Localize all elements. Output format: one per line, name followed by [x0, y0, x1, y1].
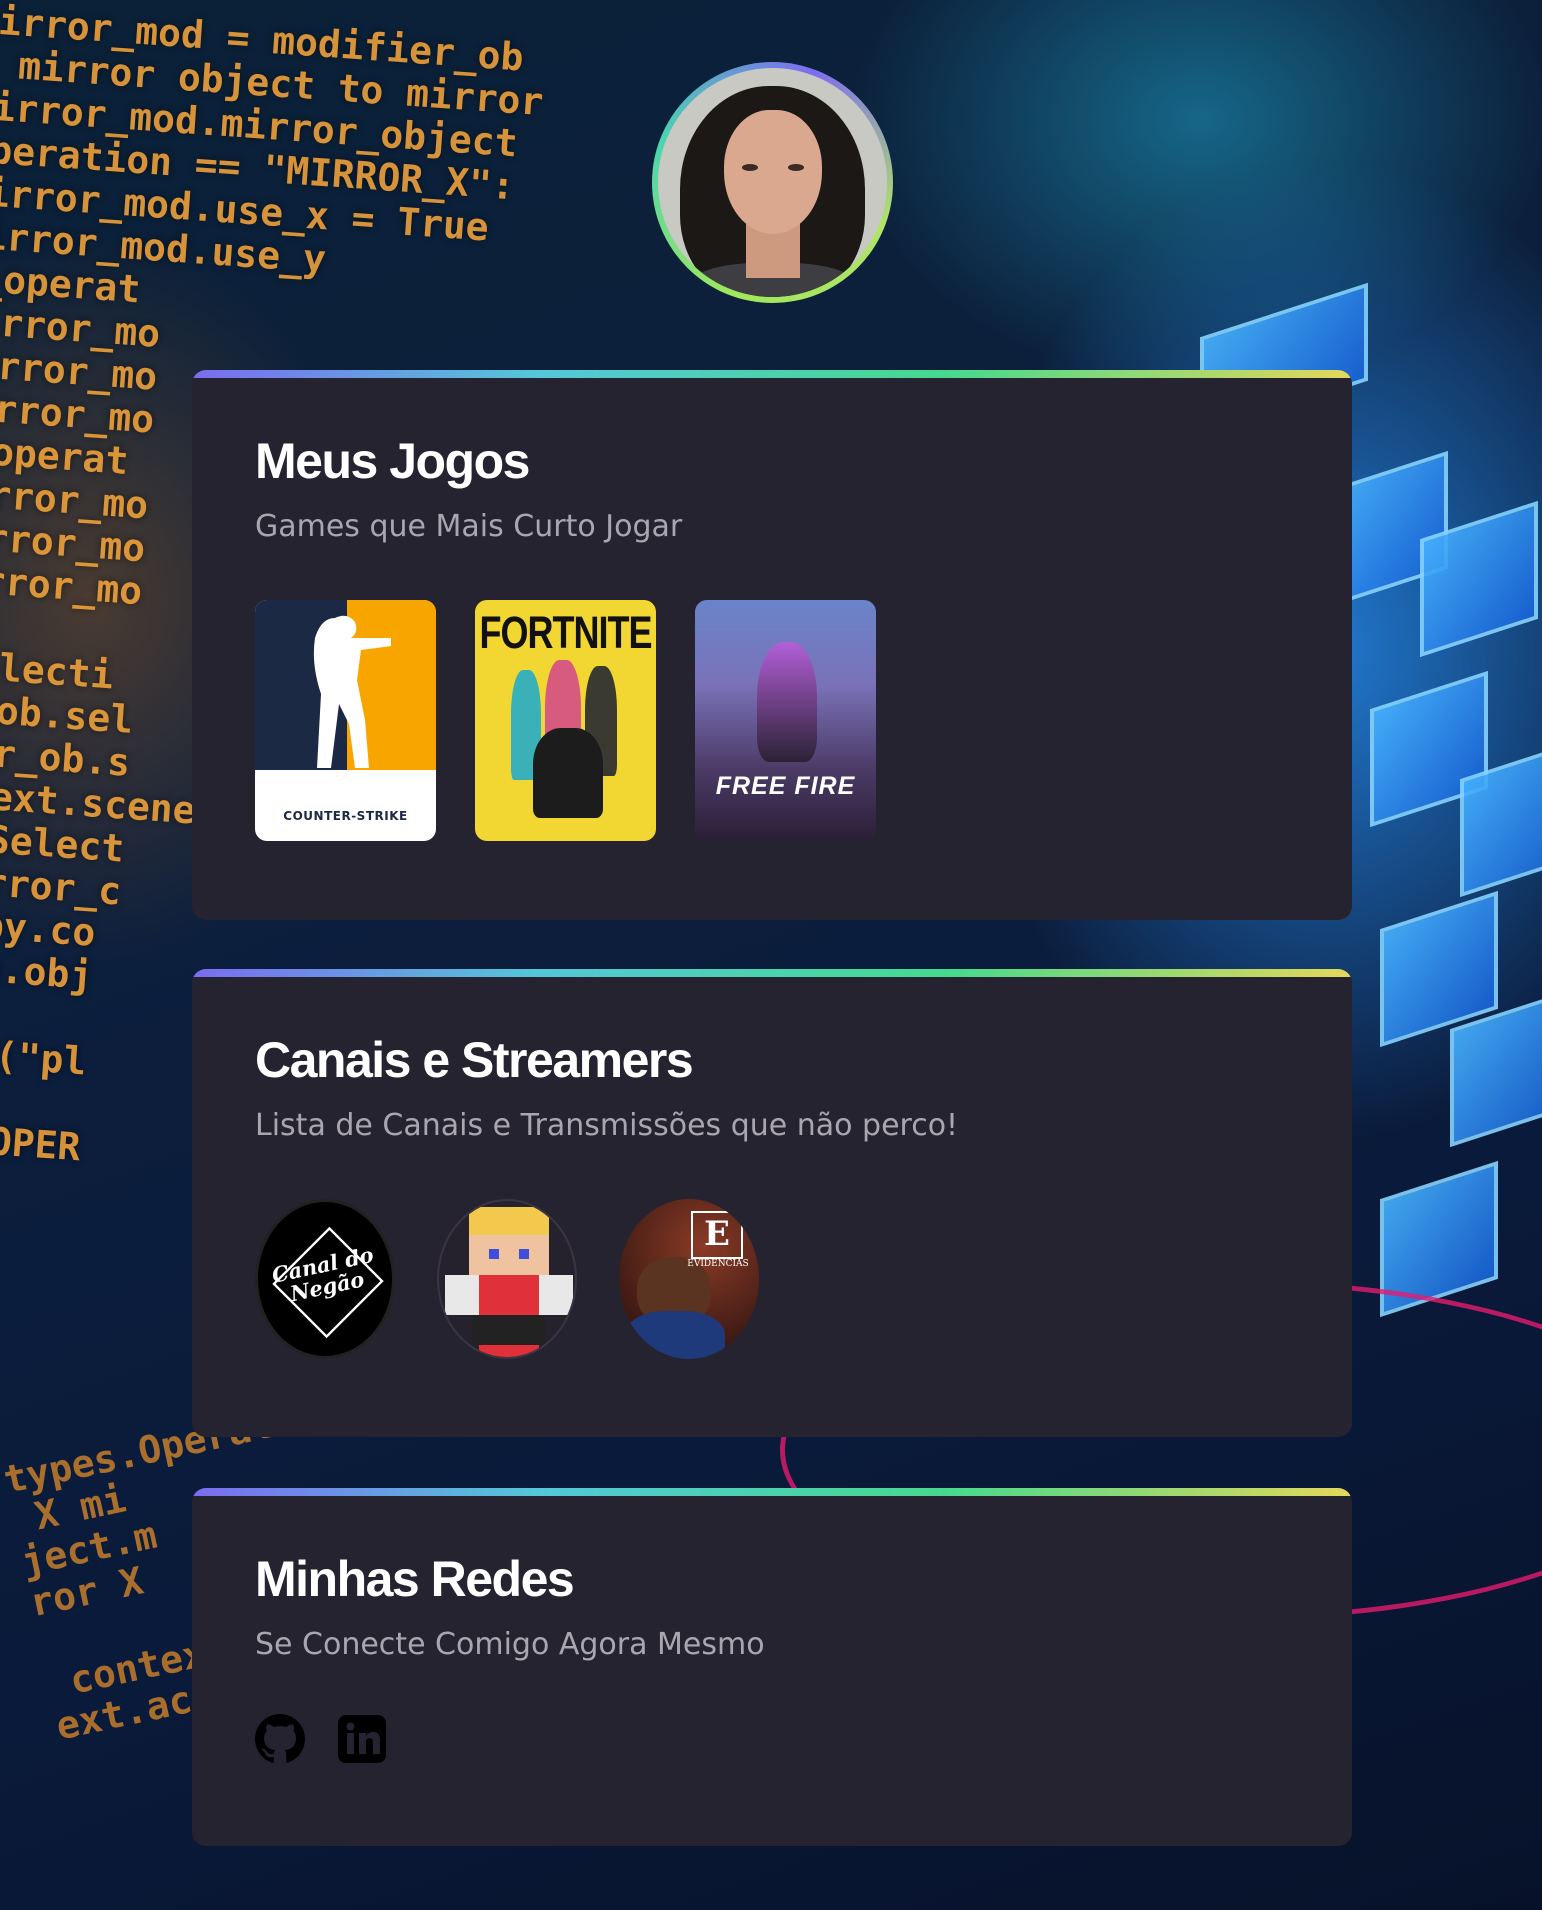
cs-caption: COUNTER-STRIKE	[283, 809, 408, 823]
soldier-icon	[313, 615, 391, 768]
social-card: Minhas Redes Se Conecte Comigo Agora Mes…	[192, 1488, 1352, 1846]
games-title: Meus Jogos	[255, 433, 530, 489]
linkedin-icon	[338, 1715, 386, 1763]
fortnite-caption: FORTNITE	[479, 606, 653, 658]
games-list: COUNTER-STRIKE FORTNITE FREE FIRE	[255, 600, 1289, 841]
games-subtitle: Games que Mais Curto Jogar	[255, 509, 683, 544]
avatar-photo	[658, 68, 887, 297]
social-title: Minhas Redes	[255, 1551, 575, 1607]
channel-canal-do-negao[interactable]: Canal do Negão	[255, 1199, 395, 1359]
game-fortnite[interactable]: FORTNITE	[475, 600, 656, 841]
freefire-caption: FREE FIRE	[715, 772, 856, 800]
channel-evidencias[interactable]: E EVIDÊNCIAS	[619, 1199, 759, 1359]
channel-pixel-streamer[interactable]	[437, 1199, 577, 1359]
channels-list: Canal do Negão E EVIDÊNCIAS	[255, 1199, 1289, 1359]
game-free-fire[interactable]: FREE FIRE	[695, 600, 876, 841]
social-links	[255, 1714, 1289, 1764]
channels-card: Canais e Streamers Lista de Canais e Tra…	[192, 969, 1352, 1437]
games-card: Meus Jogos Games que Mais Curto Jogar CO…	[192, 370, 1352, 920]
game-counter-strike[interactable]: COUNTER-STRIKE	[255, 600, 436, 841]
social-subtitle: Se Conecte Comigo Agora Mesmo	[255, 1627, 765, 1662]
channels-subtitle: Lista de Canais e Transmissões que não p…	[255, 1108, 959, 1143]
evidencias-caption: EVIDÊNCIAS	[687, 1259, 749, 1269]
github-icon	[255, 1714, 305, 1763]
linkedin-link[interactable]	[337, 1714, 387, 1764]
github-link[interactable]	[255, 1714, 305, 1764]
channels-title: Canais e Streamers	[255, 1032, 694, 1088]
profile-avatar	[652, 62, 893, 303]
evidencias-logo: E	[691, 1211, 743, 1259]
